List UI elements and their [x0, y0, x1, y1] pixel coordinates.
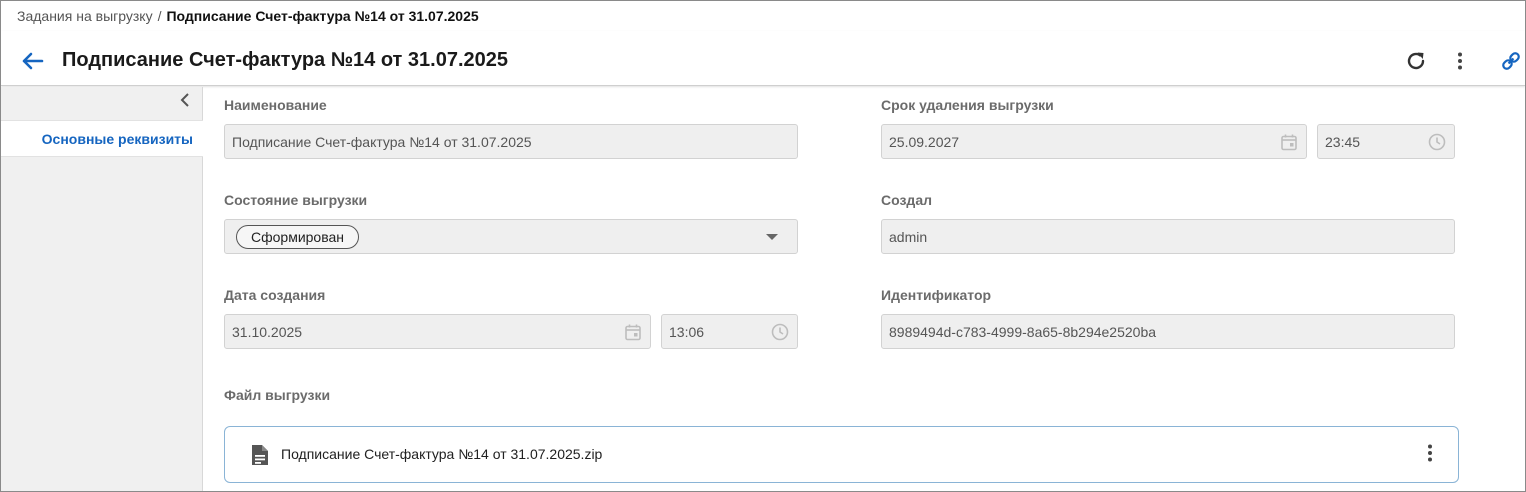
- delete-deadline-label: Срок удаления выгрузки: [881, 97, 1054, 113]
- copy-link-button[interactable]: [1497, 49, 1525, 77]
- calendar-icon: [624, 323, 642, 341]
- name-field[interactable]: Подписание Счет-фактура №14 от 31.07.202…: [224, 124, 798, 159]
- breadcrumb: Задания на выгрузку / Подписание Счет-факт…: [17, 8, 479, 24]
- clock-icon: [771, 323, 789, 341]
- calendar-icon: [1280, 133, 1298, 151]
- created-by-label: Создал: [881, 192, 933, 208]
- more-vertical-icon: [1427, 444, 1433, 467]
- sidebar-item-label: Основные реквизиты: [41, 130, 193, 147]
- name-value: Подписание Счет-фактура №14 от 31.07.202…: [232, 133, 532, 150]
- created-by-value: admin: [889, 228, 928, 245]
- delete-deadline-time-field[interactable]: 23:45: [1317, 124, 1455, 159]
- more-menu-button[interactable]: [1446, 49, 1474, 77]
- window: Задания на выгрузку / Подписание Счет-факт…: [0, 0, 1526, 492]
- back-button[interactable]: [21, 51, 45, 75]
- created-date-value: 31.10.2025: [232, 323, 303, 340]
- file-name[interactable]: Подписание Счет-фактура №14 от 31.07.202…: [281, 446, 602, 462]
- breadcrumb-separator: /: [157, 8, 162, 24]
- status-label: Состояние выгрузки: [224, 192, 368, 208]
- created-by-field[interactable]: admin: [881, 219, 1455, 254]
- file-label: Файл выгрузки: [224, 387, 331, 403]
- identifier-label: Идентификатор: [881, 287, 992, 303]
- sidebar: Основные реквизиты: [1, 87, 203, 491]
- sidebar-item-main-details[interactable]: Основные реквизиты: [1, 120, 203, 157]
- status-select[interactable]: Сформирован: [224, 219, 798, 254]
- name-label: Наименование: [224, 97, 327, 113]
- refresh-button[interactable]: [1402, 49, 1430, 77]
- link-icon: [1500, 50, 1522, 77]
- delete-deadline-time-value: 23:45: [1325, 133, 1361, 150]
- breadcrumb-current: Подписание Счет-фактура №14 от 31.07.202…: [166, 8, 479, 24]
- status-badge: Сформирован: [236, 224, 360, 249]
- sidebar-collapse-button[interactable]: [176, 92, 194, 112]
- document-icon: [249, 443, 271, 467]
- caret-down-icon: [766, 234, 778, 240]
- breadcrumb-parent-link[interactable]: Задания на выгрузку: [17, 8, 153, 24]
- delete-deadline-date-value: 25.09.2027: [889, 133, 960, 150]
- page-header: Подписание Счет-фактура №14 от 31.07.202…: [1, 31, 1525, 86]
- identifier-field[interactable]: 8989494d-c783-4999-8a65-8b294e2520ba: [881, 314, 1455, 349]
- clock-icon: [1428, 133, 1446, 151]
- identifier-value: 8989494d-c783-4999-8a65-8b294e2520ba: [889, 323, 1157, 340]
- file-menu-button[interactable]: [1418, 443, 1442, 467]
- created-date-field[interactable]: 31.10.2025: [224, 314, 651, 349]
- arrow-left-icon: [22, 52, 44, 75]
- chevron-left-icon: [180, 92, 190, 112]
- created-time-value: 13:06: [669, 323, 705, 340]
- refresh-icon: [1404, 49, 1428, 78]
- created-date-label: Дата создания: [224, 287, 326, 303]
- page-title: Подписание Счет-фактура №14 от 31.07.202…: [62, 49, 508, 71]
- created-time-field[interactable]: 13:06: [661, 314, 798, 349]
- file-attachment[interactable]: Подписание Счет-фактура №14 от 31.07.202…: [224, 426, 1459, 483]
- more-vertical-icon: [1457, 52, 1463, 75]
- delete-deadline-date-field[interactable]: 25.09.2027: [881, 124, 1307, 159]
